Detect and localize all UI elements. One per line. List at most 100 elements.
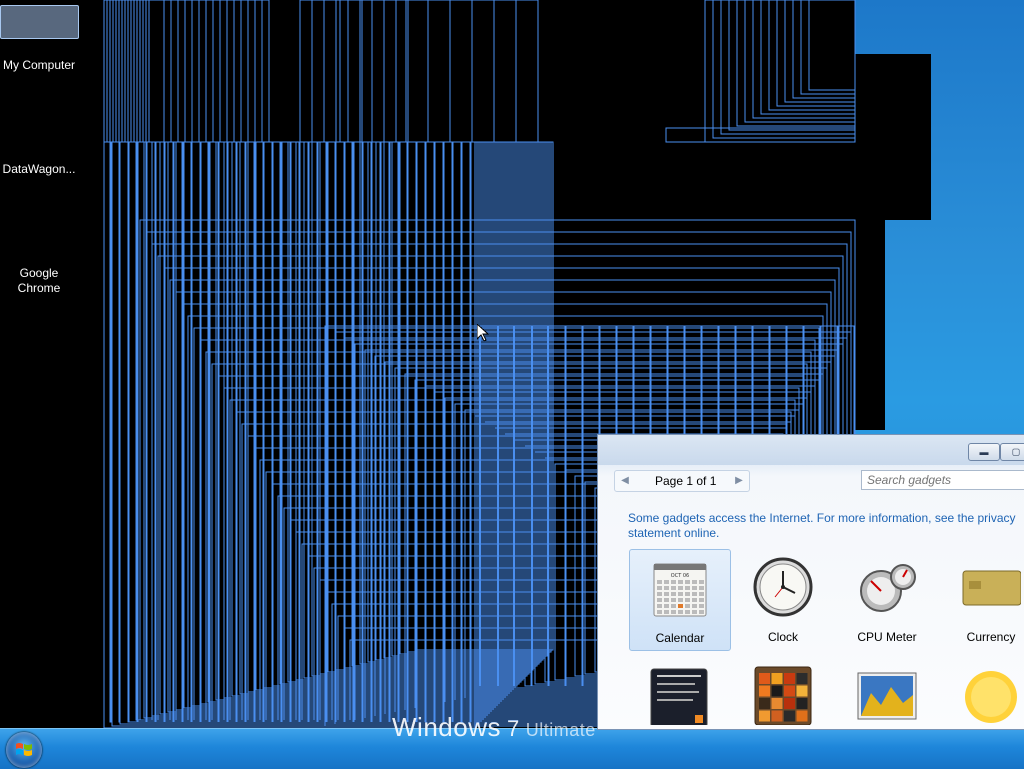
gadget-tile-currency[interactable]: Currency (941, 549, 1024, 649)
puzzle-tile (784, 685, 795, 697)
gadget-tile-picture-puzzle[interactable] (733, 657, 833, 729)
calendar-day-cell (699, 580, 704, 584)
brand-name: Windows (392, 712, 501, 742)
calendar-day-cell (678, 610, 683, 614)
corrupted-region (855, 54, 931, 220)
calendar-day-cell (664, 604, 669, 608)
calendar-day-cell (671, 580, 676, 584)
desktop-icon-datawagon[interactable]: DataWagon... (0, 162, 78, 177)
calendar-day-cell (699, 598, 704, 602)
calendar-day-cell (657, 610, 662, 614)
gadget-tile-slide-show[interactable] (837, 657, 937, 729)
picture-puzzle-icon (754, 666, 812, 725)
puzzle-tile (796, 698, 808, 709)
previous-page-button[interactable]: ◀ (617, 473, 633, 489)
calendar-day-cell (685, 580, 690, 584)
calendar-day-cell (664, 580, 669, 584)
calendar-day-cell (699, 604, 704, 608)
desktop-selection (0, 5, 79, 39)
windows-brand: Windows 7 Ultimate (392, 712, 596, 742)
calendar-day-cell (678, 580, 683, 584)
calendar-day-cell (664, 610, 669, 614)
calendar-day-cell (692, 580, 697, 584)
gadget-tile-cpu-meter[interactable]: CPU Meter (837, 549, 937, 649)
search-gadgets-input[interactable] (861, 470, 1024, 490)
gadget-gallery-window: ▬ ▢ ◀ Page 1 of 1 ▶ Some gadgets access … (597, 434, 1024, 730)
calendar-day-cell (692, 610, 697, 614)
calendar-day-cell (664, 592, 669, 596)
desktop-icon-label: DataWagon... (2, 162, 76, 176)
desktop-icon-label: Google Chrome (17, 266, 61, 295)
windows-flag-icon (16, 743, 32, 756)
puzzle-tile (759, 698, 770, 709)
privacy-notice-link[interactable]: Some gadgets access the Internet. For mo… (628, 511, 1024, 541)
calendar-day-cell (671, 610, 676, 614)
svg-text:OCT 06: OCT 06 (671, 573, 689, 579)
calendar-day-cell (699, 586, 704, 590)
puzzle-tile (796, 710, 808, 722)
gadget-label: Clock (767, 630, 798, 644)
currency-icon (962, 570, 1021, 606)
restore-button[interactable]: ▢ (1000, 443, 1024, 461)
puzzle-tile (784, 710, 795, 722)
calendar-day-cell (671, 592, 676, 596)
gadget-tile-calendar[interactable]: OCT 06 Calendar (629, 549, 731, 651)
gadget-tile-weather[interactable] (941, 657, 1024, 729)
calendar-day-cell (657, 580, 662, 584)
calendar-day-cell (664, 586, 669, 590)
gadget-tile-feed-headlines[interactable] (629, 657, 729, 729)
puzzle-tile (759, 673, 770, 684)
gadget-label: Calendar (655, 631, 705, 645)
puzzle-tile (771, 710, 783, 722)
calendar-day-cell (657, 598, 662, 602)
cpu-meter-icon (860, 564, 916, 612)
next-page-button[interactable]: ▶ (731, 473, 747, 489)
clock-icon (753, 557, 813, 617)
calendar-day-cell (699, 610, 704, 614)
chevron-right-icon: ▶ (735, 475, 743, 486)
calendar-day-cell (671, 598, 676, 602)
calendar-day-cell (685, 592, 690, 596)
start-button[interactable] (6, 732, 42, 768)
calendar-day-cell (692, 598, 697, 602)
puzzle-tile (784, 673, 795, 684)
calendar-day-cell (657, 592, 662, 596)
window-titlebar (598, 435, 1024, 465)
calendar-day-cell (664, 598, 669, 602)
calendar-day-cell (685, 598, 690, 602)
corrupted-region (855, 220, 885, 430)
weather-icon (965, 671, 1017, 723)
desktop-icon-my-computer[interactable]: My Computer (0, 58, 78, 73)
puzzle-tile (759, 685, 770, 697)
chevron-left-icon: ◀ (621, 475, 629, 486)
puzzle-tile (771, 685, 783, 697)
restore-icon: ▢ (1011, 446, 1021, 457)
page-navigator: ◀ Page 1 of 1 ▶ (614, 470, 750, 492)
slide-show-icon (857, 672, 917, 720)
calendar-day-cell (678, 586, 683, 590)
calendar-day-cell (671, 586, 676, 590)
brand-edition: Ultimate (525, 720, 596, 740)
puzzle-tile (796, 685, 808, 697)
page-label: Page 1 of 1 (655, 474, 717, 488)
calendar-day-cell (671, 604, 676, 608)
minimize-button[interactable]: ▬ (968, 443, 1000, 461)
desktop-icon-google-chrome[interactable]: Google Chrome (1, 266, 77, 296)
calendar-day-cell (678, 604, 683, 608)
brand-version: 7 (506, 716, 520, 741)
puzzle-tile (796, 673, 808, 684)
calendar-day-cell (692, 586, 697, 590)
calendar-day-cell (678, 592, 683, 596)
feed-headlines-icon (650, 668, 708, 725)
calendar-day-cell (685, 610, 690, 614)
puzzle-tile (784, 698, 795, 709)
calendar-day-cell (692, 592, 697, 596)
puzzle-tile (759, 710, 770, 722)
calendar-day-cell (699, 592, 704, 596)
desktop-icon-label: My Computer (2, 58, 76, 72)
mouse-cursor (477, 324, 489, 342)
gadget-label: Currency (966, 630, 1016, 644)
gadget-tile-clock[interactable]: Clock (733, 549, 833, 649)
minimize-icon: ▬ (979, 447, 989, 457)
calendar-day-cell (657, 586, 662, 590)
